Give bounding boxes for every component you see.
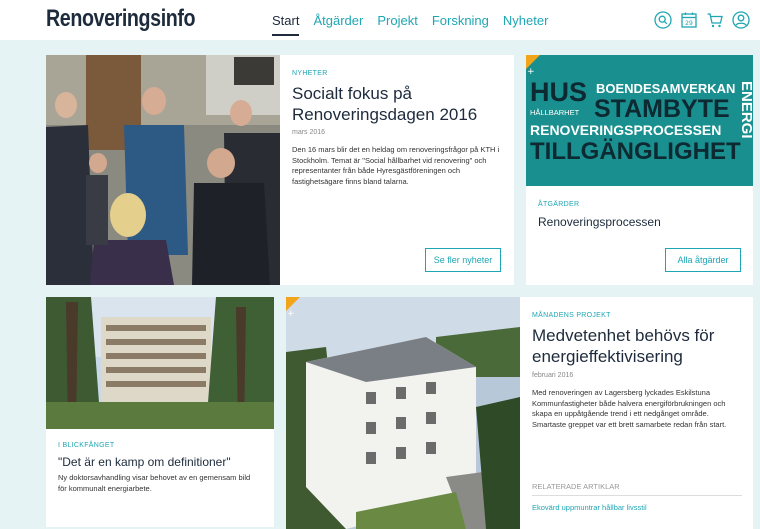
all-measures-button[interactable]: Alla åtgärder bbox=[665, 248, 741, 272]
related-divider bbox=[532, 495, 742, 496]
search-icon[interactable] bbox=[654, 11, 672, 29]
featured-badge: + bbox=[526, 55, 540, 77]
word-stambyte: STAMBYTE bbox=[594, 95, 730, 123]
focus-body: Ny doktorsavhandling visar behovet av en… bbox=[58, 473, 251, 493]
nav-projekt[interactable]: Projekt bbox=[377, 13, 417, 36]
news-date: mars 2016 bbox=[292, 129, 326, 136]
calendar-icon[interactable]: 29 bbox=[680, 11, 698, 29]
apartment-photo[interactable] bbox=[46, 297, 274, 429]
measures-wordcloud[interactable]: HUS BOENDESAMVERKAN HÅLLBARHET STAMBYTE … bbox=[526, 55, 753, 186]
word-boendesamverkan: BOENDESAMVERKAN bbox=[596, 81, 735, 96]
header-icons: 29 bbox=[654, 11, 750, 29]
news-card: NYHETER Socialt fokus på Renoveringsdage… bbox=[280, 55, 514, 285]
more-news-button[interactable]: Se fler nyheter bbox=[425, 248, 501, 272]
news-body: Den 16 mars blir det en heldag om renove… bbox=[292, 145, 500, 186]
related-heading: RELATERADE ARTIKLAR bbox=[532, 482, 620, 491]
focus-card: I BLICKFÅNGET "Det är en kamp om definit… bbox=[46, 297, 274, 527]
project-title[interactable]: Medvetenhet behövs för energieffektivise… bbox=[532, 325, 744, 367]
focus-kicker: I BLICKFÅNGET bbox=[58, 442, 115, 449]
news-kicker: NYHETER bbox=[292, 70, 328, 77]
plus-icon: + bbox=[527, 67, 535, 77]
nav-nyheter[interactable]: Nyheter bbox=[503, 13, 549, 36]
project-body: Med renoveringen av Lagersberg lyckades … bbox=[532, 388, 727, 429]
plus-icon: + bbox=[287, 309, 295, 319]
nav-atgarder[interactable]: Åtgärder bbox=[313, 13, 363, 36]
project-kicker: MÅNADENS PROJEKT bbox=[532, 312, 611, 319]
measures-kicker: ÅTGÄRDER bbox=[538, 201, 580, 208]
focus-title[interactable]: "Det är en kamp om definitioner" bbox=[58, 455, 231, 469]
site-header: Renoveringsinfo Start Åtgärder Projekt F… bbox=[0, 0, 760, 40]
main-nav: Start Åtgärder Projekt Forskning Nyheter bbox=[272, 13, 562, 36]
word-tillganglighet: TILLGÄNGLIGHET bbox=[530, 138, 741, 165]
project-card: MÅNADENS PROJEKT Medvetenhet behövs för … bbox=[520, 297, 753, 529]
cart-icon[interactable] bbox=[706, 11, 724, 29]
project-date: februari 2016 bbox=[532, 372, 574, 379]
featured-badge: + bbox=[286, 297, 300, 319]
word-hallbarhet: HÅLLBARHET bbox=[530, 108, 580, 117]
measures-card: HUS BOENDESAMVERKAN HÅLLBARHET STAMBYTE … bbox=[526, 55, 753, 285]
news-title[interactable]: Socialt fokus på Renoveringsdagen 2016 bbox=[292, 83, 502, 125]
word-energi: ENERGI bbox=[738, 81, 753, 139]
nav-start[interactable]: Start bbox=[272, 13, 300, 36]
related-link[interactable]: Ekovärd uppmuntrar hållbar livsstil bbox=[532, 503, 647, 512]
word-renoveringsprocessen: RENOVERINGSPROCESSEN bbox=[530, 122, 721, 138]
nav-forskning[interactable]: Forskning bbox=[432, 13, 489, 36]
news-photo[interactable] bbox=[46, 55, 280, 285]
site-logo[interactable]: Renoveringsinfo bbox=[46, 5, 196, 33]
project-photo[interactable]: + bbox=[286, 297, 520, 529]
user-account-icon[interactable] bbox=[732, 11, 750, 29]
word-hus: HUS bbox=[530, 77, 587, 107]
calendar-day: 29 bbox=[685, 20, 693, 27]
measures-title[interactable]: Renoveringsprocessen bbox=[538, 215, 661, 229]
